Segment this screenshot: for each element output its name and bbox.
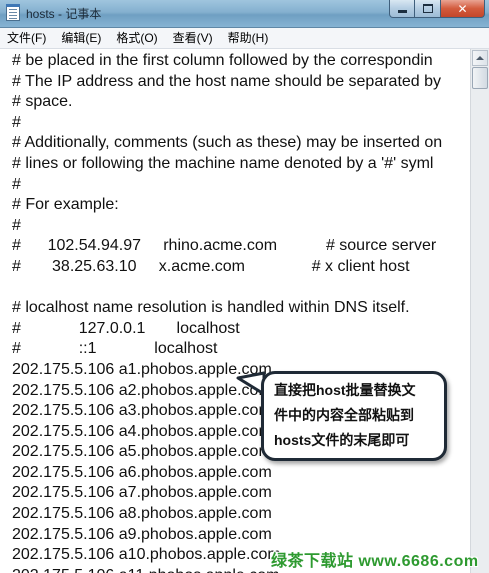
notepad-icon <box>6 4 20 21</box>
text-editor[interactable]: # be placed in the first column followed… <box>0 49 470 573</box>
text-line: # space. <box>12 93 73 111</box>
text-line: 202.175.5.106 a9.phobos.apple.com <box>12 525 272 543</box>
text-line: 202.175.5.106 a6.phobos.apple.com <box>12 463 272 481</box>
text-line: # 38.25.63.10 x.acme.com # x client host <box>12 257 410 275</box>
window-title: hosts - 记事本 <box>26 7 102 21</box>
text-line: # <box>12 216 21 234</box>
callout-text: 直接把host批量替换文 件中的内容全部粘贴到 hosts文件的末尾即可 <box>274 382 416 448</box>
maximize-icon <box>422 4 433 13</box>
annotation-callout: 直接把host批量替换文 件中的内容全部粘贴到 hosts文件的末尾即可 <box>261 371 447 461</box>
text-line: # <box>12 175 21 193</box>
title-bar[interactable]: hosts - 记事本 ✕ <box>0 0 489 28</box>
text-line: # 102.54.94.97 rhino.acme.com # source s… <box>12 237 437 255</box>
text-line <box>12 278 442 299</box>
arrow-up-icon <box>476 56 484 60</box>
maximize-button[interactable] <box>415 0 441 18</box>
text-line: # 127.0.0.1 localhost <box>12 319 240 337</box>
scroll-thumb[interactable] <box>472 67 488 89</box>
text-line: # ::1 localhost <box>12 340 218 358</box>
text-line: # Additionally, comments (such as these)… <box>12 134 443 152</box>
menu-bar: 文件(F) 编辑(E) 格式(O) 查看(V) 帮助(H) <box>0 28 489 49</box>
menu-help[interactable]: 帮助(H) <box>220 28 276 48</box>
text-line: # <box>12 113 21 131</box>
text-line: # The IP address and the host name shoul… <box>12 72 442 90</box>
window-controls: ✕ <box>389 0 485 19</box>
text-line: 202.175.5.106 a8.phobos.apple.com <box>12 505 272 523</box>
text-line: # localhost name resolution is handled w… <box>12 299 410 317</box>
text-line: # For example: <box>12 196 119 214</box>
text-lines: # be placed in the first column followed… <box>12 51 442 573</box>
scroll-up-button[interactable] <box>472 50 488 66</box>
text-line: # lines or following the machine name de… <box>12 154 434 172</box>
vertical-scrollbar[interactable] <box>470 49 489 573</box>
text-line: 202.175.5.106 a7.phobos.apple.com <box>12 484 272 502</box>
watermark: 绿茶下载站 www.6686.com <box>271 553 479 570</box>
menu-view[interactable]: 查看(V) <box>165 28 220 48</box>
menu-format[interactable]: 格式(O) <box>108 28 164 48</box>
menu-edit[interactable]: 编辑(E) <box>53 28 108 48</box>
close-icon: ✕ <box>457 1 468 16</box>
menu-file[interactable]: 文件(F) <box>0 28 53 48</box>
close-button[interactable]: ✕ <box>441 0 485 18</box>
minimize-button[interactable] <box>389 0 415 18</box>
minimize-icon <box>397 9 407 13</box>
text-line: # be placed in the first column followed… <box>12 52 433 69</box>
